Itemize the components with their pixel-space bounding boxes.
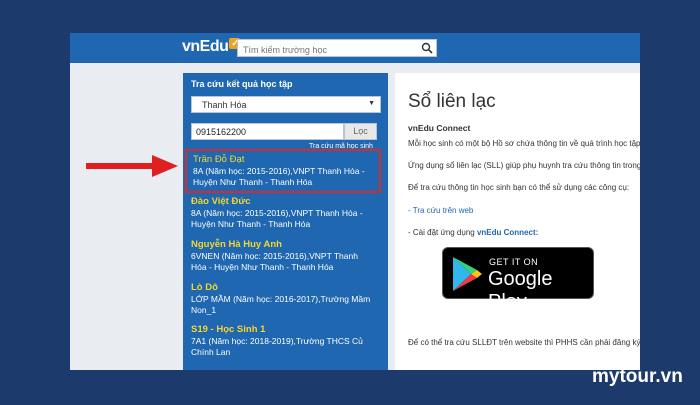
student-info: 6VNEN (Năm học: 2015-2016),VNPT Thanh Hó… bbox=[191, 251, 358, 272]
student-name: Lò Dô bbox=[191, 282, 218, 293]
install-app-prefix: - Cài đặt ứng dụng bbox=[408, 228, 477, 237]
install-app-text: - Cài đặt ứng dụng vnEdu Connect: bbox=[408, 228, 538, 237]
app-name-link[interactable]: vnEdu Connect: bbox=[477, 228, 538, 237]
chevron-down-icon: ▼ bbox=[368, 100, 375, 107]
result-item[interactable]: Nguyễn Hà Huy Anh 6VNEN (Năm học: 2015-2… bbox=[185, 236, 381, 276]
result-item[interactable]: S19 - Học Sinh 1 7A1 (Năm học: 2018-2019… bbox=[185, 321, 381, 361]
top-bar: vnEdu ✓ bbox=[70, 33, 640, 63]
result-item[interactable]: Lò Dô LỚP MẦM (Năm học: 2016-2017),Trườn… bbox=[185, 279, 381, 319]
student-info: 8A (Năm học: 2015-2016),VNPT Thanh Hóa -… bbox=[193, 166, 365, 187]
logo-text: vnEdu bbox=[182, 38, 229, 55]
lookup-title: Tra cứu kết quả học tập bbox=[191, 79, 293, 89]
search-icon[interactable] bbox=[421, 42, 433, 54]
red-arrow-icon bbox=[86, 155, 178, 177]
student-name: Nguyễn Hà Huy Anh bbox=[191, 239, 282, 250]
student-name: Trần Đỗ Đạt bbox=[193, 154, 245, 165]
description-text: Để tra cứu thông tin học sinh bạn có thể… bbox=[408, 183, 630, 192]
result-item[interactable]: Đào Việt Đức 8A (Năm học: 2015-2016),VNP… bbox=[185, 193, 381, 233]
phone-input[interactable]: 0915162200 bbox=[191, 123, 344, 140]
filter-button[interactable]: Lọc bbox=[344, 123, 377, 140]
student-name: Đào Việt Đức bbox=[191, 196, 251, 207]
mytour-watermark: mytour.vn bbox=[592, 366, 683, 387]
lookup-panel: Tra cứu kết quả học tập Thanh Hóa ▼ 0915… bbox=[183, 73, 388, 370]
student-info: 8A (Năm học: 2015-2016),VNPT Thanh Hóa -… bbox=[191, 208, 363, 229]
description-text: Mỗi học sinh có một bộ Hồ sơ chứa thông … bbox=[408, 139, 640, 148]
gplay-big-text: Google Play bbox=[488, 268, 553, 313]
contact-book-panel: Sổ liên lạc vnEdu Connect Mỗi học sinh c… bbox=[395, 73, 640, 370]
student-name: S19 - Học Sinh 1 bbox=[191, 324, 266, 335]
google-play-icon bbox=[453, 257, 482, 291]
description-text: Ứng dụng sổ liên lạc (SLL) giúp phụ huyn… bbox=[408, 161, 640, 170]
vnedu-logo[interactable]: vnEdu ✓ bbox=[182, 38, 241, 56]
result-item[interactable]: Trần Đỗ Đạt 8A (Năm học: 2015-2016),VNPT… bbox=[185, 149, 381, 193]
province-select[interactable]: Thanh Hóa ▼ bbox=[191, 96, 381, 113]
gplay-small-text: GET IT ON bbox=[489, 257, 539, 267]
school-search[interactable] bbox=[237, 39, 437, 58]
section-subtitle: vnEdu Connect bbox=[408, 123, 471, 133]
web-lookup-link[interactable]: - Tra cứu trên web bbox=[408, 206, 473, 215]
student-info: LỚP MẦM (Năm học: 2016-2017),Trường Mầm … bbox=[191, 294, 371, 315]
province-value: Thanh Hóa bbox=[202, 100, 247, 110]
student-info: 7A1 (Năm học: 2018-2019),Trường THCS Củ … bbox=[191, 336, 363, 357]
page-title: Sổ liên lạc bbox=[408, 91, 496, 112]
footer-note: Để có thể tra cứu SLLĐT trên website thì… bbox=[408, 338, 640, 347]
school-search-input[interactable] bbox=[238, 42, 418, 58]
browser-screen: vnEdu✓ Tra cứu kết quả học tập Thanh Hóa… bbox=[70, 33, 640, 370]
google-play-button[interactable]: GET IT ON Google Play bbox=[442, 247, 594, 313]
